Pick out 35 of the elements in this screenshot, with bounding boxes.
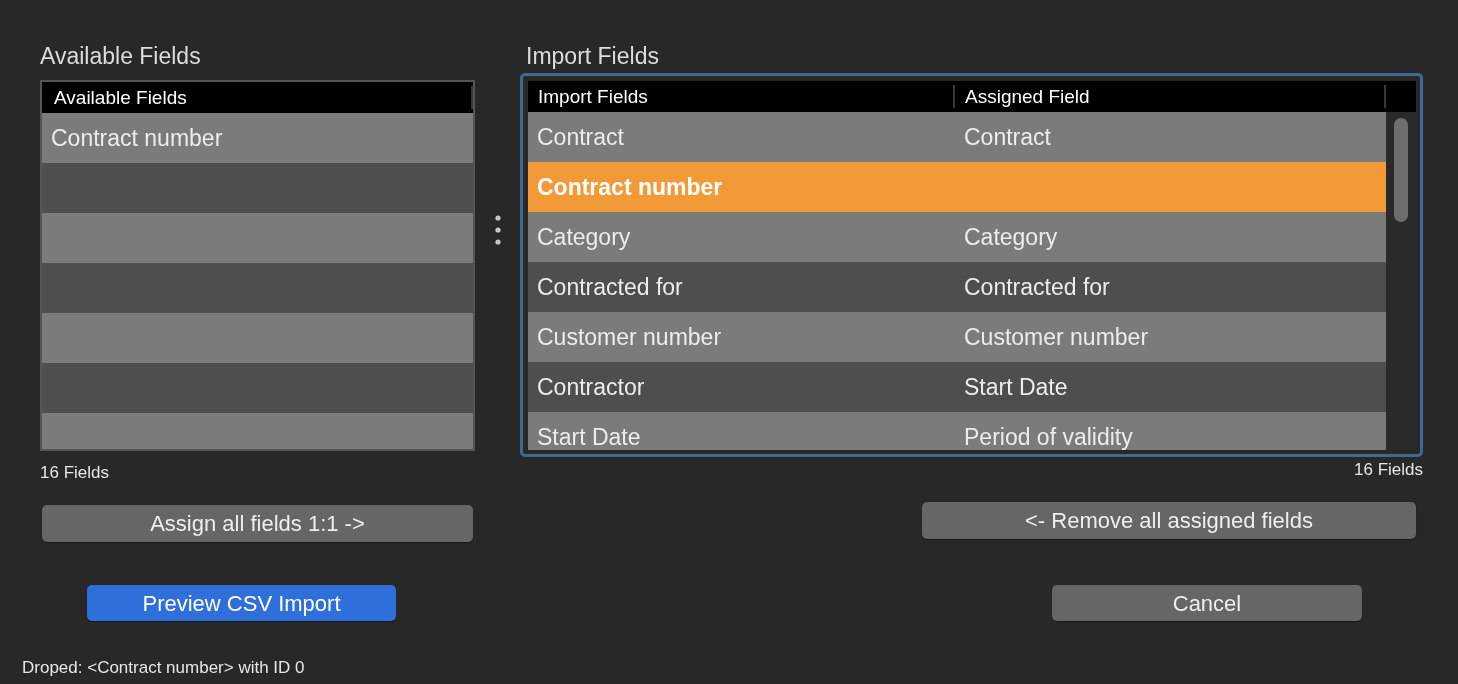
table-cell-text: Start Date (536, 422, 642, 450)
table-cell-text: Start Date (963, 372, 1068, 402)
table-cell-text: Contract (536, 122, 625, 152)
table-cell-text: Contracted for (536, 272, 684, 302)
cancel-button[interactable]: Cancel (1052, 585, 1362, 621)
table-row[interactable]: Category Category (528, 212, 1386, 262)
table-cell-text: Contractor (536, 372, 646, 402)
table-cell-text: Customer number (536, 322, 723, 352)
column-header[interactable]: Assigned Field (955, 85, 1386, 108)
table-cell-text: Contract (963, 122, 1051, 152)
splitter-handle-icon[interactable] (494, 215, 501, 245)
preview-button[interactable]: Preview CSV Import (87, 585, 396, 621)
table-cell-text: Customer number (963, 322, 1149, 352)
field-count: 16 Fields (40, 463, 110, 483)
table-cell-text: Contracted for (963, 272, 1110, 302)
assign-all-button[interactable]: Assign all fields 1:1 -> (42, 505, 473, 542)
table-cell-text: Category (536, 222, 632, 252)
table-row[interactable]: Contractor Start Date (528, 362, 1386, 412)
table-row[interactable]: Start Date Period of validity (528, 412, 1386, 450)
table-row[interactable]: Customer number Customer number (528, 312, 1386, 362)
table-row[interactable]: Contract Contract (528, 112, 1386, 162)
field-count: 16 Fields (1354, 460, 1423, 480)
table-row[interactable]: Contract number (42, 113, 473, 163)
pane-title: Available Fields (40, 42, 202, 71)
scrollbar-thumb[interactable] (1394, 118, 1408, 222)
column-header[interactable]: Available Fields (42, 86, 473, 109)
table-row[interactable]: Contracted for Contracted for (528, 262, 1386, 312)
column-header[interactable]: Import Fields (528, 85, 955, 108)
table-cell-text: Contract number (536, 172, 724, 202)
table-cell-text: Category (963, 222, 1058, 252)
table-cell-text: Contract number (50, 123, 223, 153)
table-cell-text: Period of validity (963, 422, 1133, 450)
pane-title: Import Fields (525, 42, 660, 71)
remove-all-button[interactable]: <- Remove all assigned fields (922, 502, 1416, 539)
status-text: Droped: <Contract number> with ID 0 (21, 657, 306, 679)
